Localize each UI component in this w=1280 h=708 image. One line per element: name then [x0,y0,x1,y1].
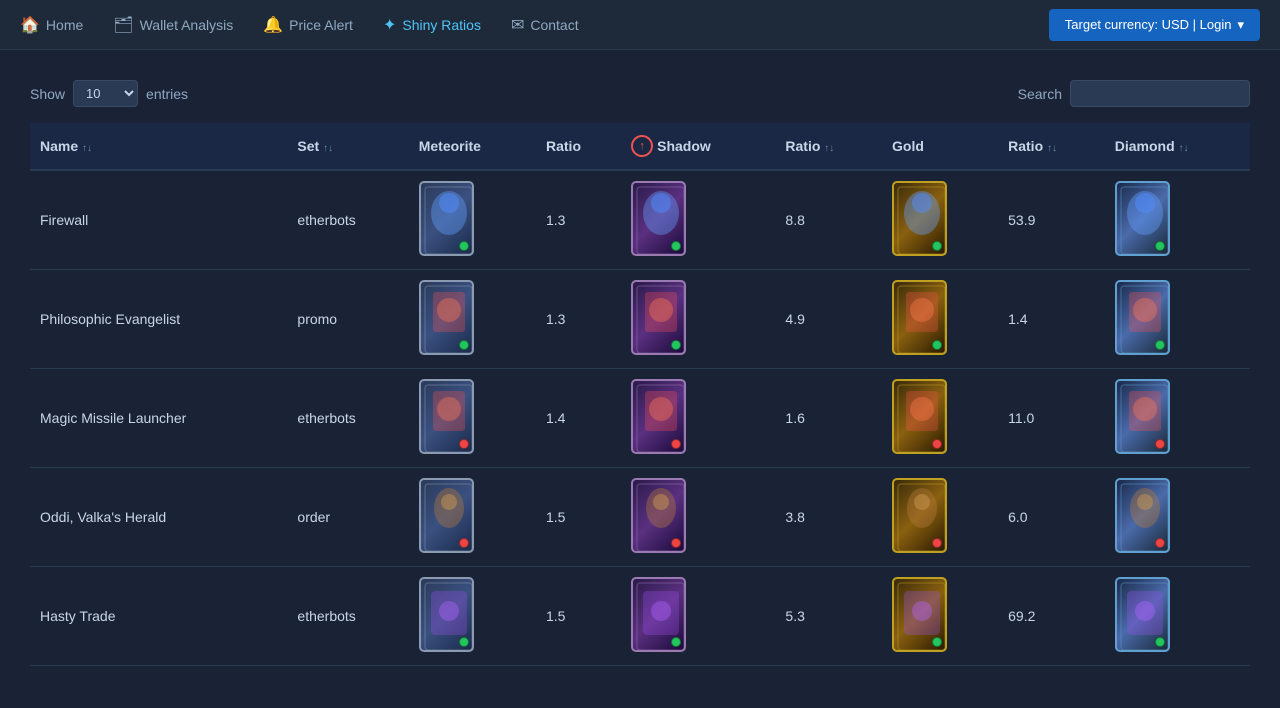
shadow-sort-highlight: ↑ Shadow [631,135,711,157]
cell-gold-card [882,468,998,567]
table-body: Firewall etherbots 1.3 8.8 [30,170,1250,666]
table-row: Hasty Trade etherbots 1.5 5.3 [30,567,1250,666]
nav-wallet-label: Wallet Analysis [140,17,234,33]
cell-set: etherbots [287,567,408,666]
nav-shiny-label: Shiny Ratios [402,17,481,33]
navigation: 🏠 Home 🗂 Wallet Analysis 🔔 Price Alert ✦… [0,0,1280,50]
cell-meteorite-ratio: 1.5 [536,468,621,567]
cell-meteorite-ratio: 1.5 [536,567,621,666]
col-set[interactable]: Set ↑↓ [287,123,408,170]
name-sort-icon: ↑↓ [82,143,92,154]
cell-gold-card [882,170,998,270]
cell-gold-card [882,369,998,468]
search-control: Search [1018,80,1250,107]
cell-set: etherbots [287,170,408,270]
cell-shadow-card [621,170,775,270]
nav-price-label: Price Alert [289,17,353,33]
table-header: Name ↑↓ Set ↑↓ Meteorite Ratio [30,123,1250,170]
nav-wallet-analysis[interactable]: 🗂 Wallet Analysis [113,15,233,35]
cell-diamond-card [1105,369,1250,468]
cell-shadow-ratio: 5.3 [775,567,882,666]
col-ratio-gold[interactable]: Ratio ↑↓ [998,123,1105,170]
table-controls: Show 10 25 50 100 entries Search [30,80,1250,107]
show-label: Show [30,86,65,102]
cell-meteorite-card [409,170,536,270]
dropdown-arrow-icon: ▾ [1237,17,1244,33]
col-ratio-shadow[interactable]: Ratio ↑↓ [775,123,882,170]
ratio-shadow-sort-icon: ↑↓ [824,143,834,154]
col-name[interactable]: Name ↑↓ [30,123,287,170]
nav-home[interactable]: 🏠 Home [20,15,83,35]
cell-diamond-card [1105,270,1250,369]
diamond-sort-icon: ↑↓ [1179,143,1189,154]
cell-shadow-card [621,567,775,666]
cell-shadow-ratio: 1.6 [775,369,882,468]
cell-name: Hasty Trade [30,567,287,666]
col-ratio-meteorite[interactable]: Ratio [536,123,621,170]
cell-meteorite-card [409,369,536,468]
col-diamond[interactable]: Diamond ↑↓ [1105,123,1250,170]
shiny-icon: ✦ [383,15,396,35]
col-gold[interactable]: Gold [882,123,998,170]
cell-meteorite-ratio: 1.3 [536,270,621,369]
table-row: Firewall etherbots 1.3 8.8 [30,170,1250,270]
cell-set: etherbots [287,369,408,468]
cell-gold-ratio: 6.0 [998,468,1105,567]
cell-set: order [287,468,408,567]
nav-home-label: Home [46,17,83,33]
col-meteorite[interactable]: Meteorite [409,123,536,170]
target-currency-label: Target currency: USD | Login [1065,17,1232,32]
show-entries-control: Show 10 25 50 100 entries [30,80,188,107]
nav-shiny-ratios[interactable]: ✦ Shiny Ratios [383,15,481,35]
cell-shadow-ratio: 4.9 [775,270,882,369]
cell-diamond-card [1105,567,1250,666]
wallet-icon: 🗂 [113,15,133,35]
cell-shadow-ratio: 8.8 [775,170,882,270]
entries-label: entries [146,86,188,102]
cell-meteorite-card [409,468,536,567]
search-label: Search [1018,86,1062,102]
ratio-gold-sort-icon: ↑↓ [1047,143,1057,154]
table-row: Magic Missile Launcher etherbots 1.4 1.6 [30,369,1250,468]
set-sort-icon: ↑↓ [323,143,333,154]
bell-icon: 🔔 [263,15,283,35]
cell-name: Firewall [30,170,287,270]
cell-meteorite-card [409,270,536,369]
cell-name: Oddi, Valka's Herald [30,468,287,567]
table-row: Philosophic Evangelist promo 1.3 4.9 [30,270,1250,369]
cell-name: Philosophic Evangelist [30,270,287,369]
home-icon: 🏠 [20,15,40,35]
cell-diamond-card [1105,468,1250,567]
cell-shadow-card [621,369,775,468]
col-shadow[interactable]: ↑ Shadow [621,123,775,170]
nav-price-alert[interactable]: 🔔 Price Alert [263,15,353,35]
target-currency-button[interactable]: Target currency: USD | Login ▾ [1049,9,1260,41]
cell-meteorite-ratio: 1.3 [536,170,621,270]
cell-gold-ratio: 53.9 [998,170,1105,270]
cell-diamond-card [1105,170,1250,270]
cell-gold-ratio: 1.4 [998,270,1105,369]
cell-gold-ratio: 69.2 [998,567,1105,666]
cell-set: promo [287,270,408,369]
cell-shadow-card [621,468,775,567]
cell-shadow-card [621,270,775,369]
mail-icon: ✉ [511,15,524,35]
cell-gold-card [882,270,998,369]
cell-gold-card [882,567,998,666]
cell-meteorite-card [409,567,536,666]
nav-contact-label: Contact [530,17,578,33]
cell-shadow-ratio: 3.8 [775,468,882,567]
data-table: Name ↑↓ Set ↑↓ Meteorite Ratio [30,123,1250,666]
cell-gold-ratio: 11.0 [998,369,1105,468]
cell-name: Magic Missile Launcher [30,369,287,468]
cell-meteorite-ratio: 1.4 [536,369,621,468]
search-input[interactable] [1070,80,1250,107]
main-content: Show 10 25 50 100 entries Search Name ↑↓ [0,50,1280,686]
entries-select[interactable]: 10 25 50 100 [73,80,138,107]
nav-contact[interactable]: ✉ Contact [511,15,579,35]
table-row: Oddi, Valka's Herald order 1.5 3.8 [30,468,1250,567]
